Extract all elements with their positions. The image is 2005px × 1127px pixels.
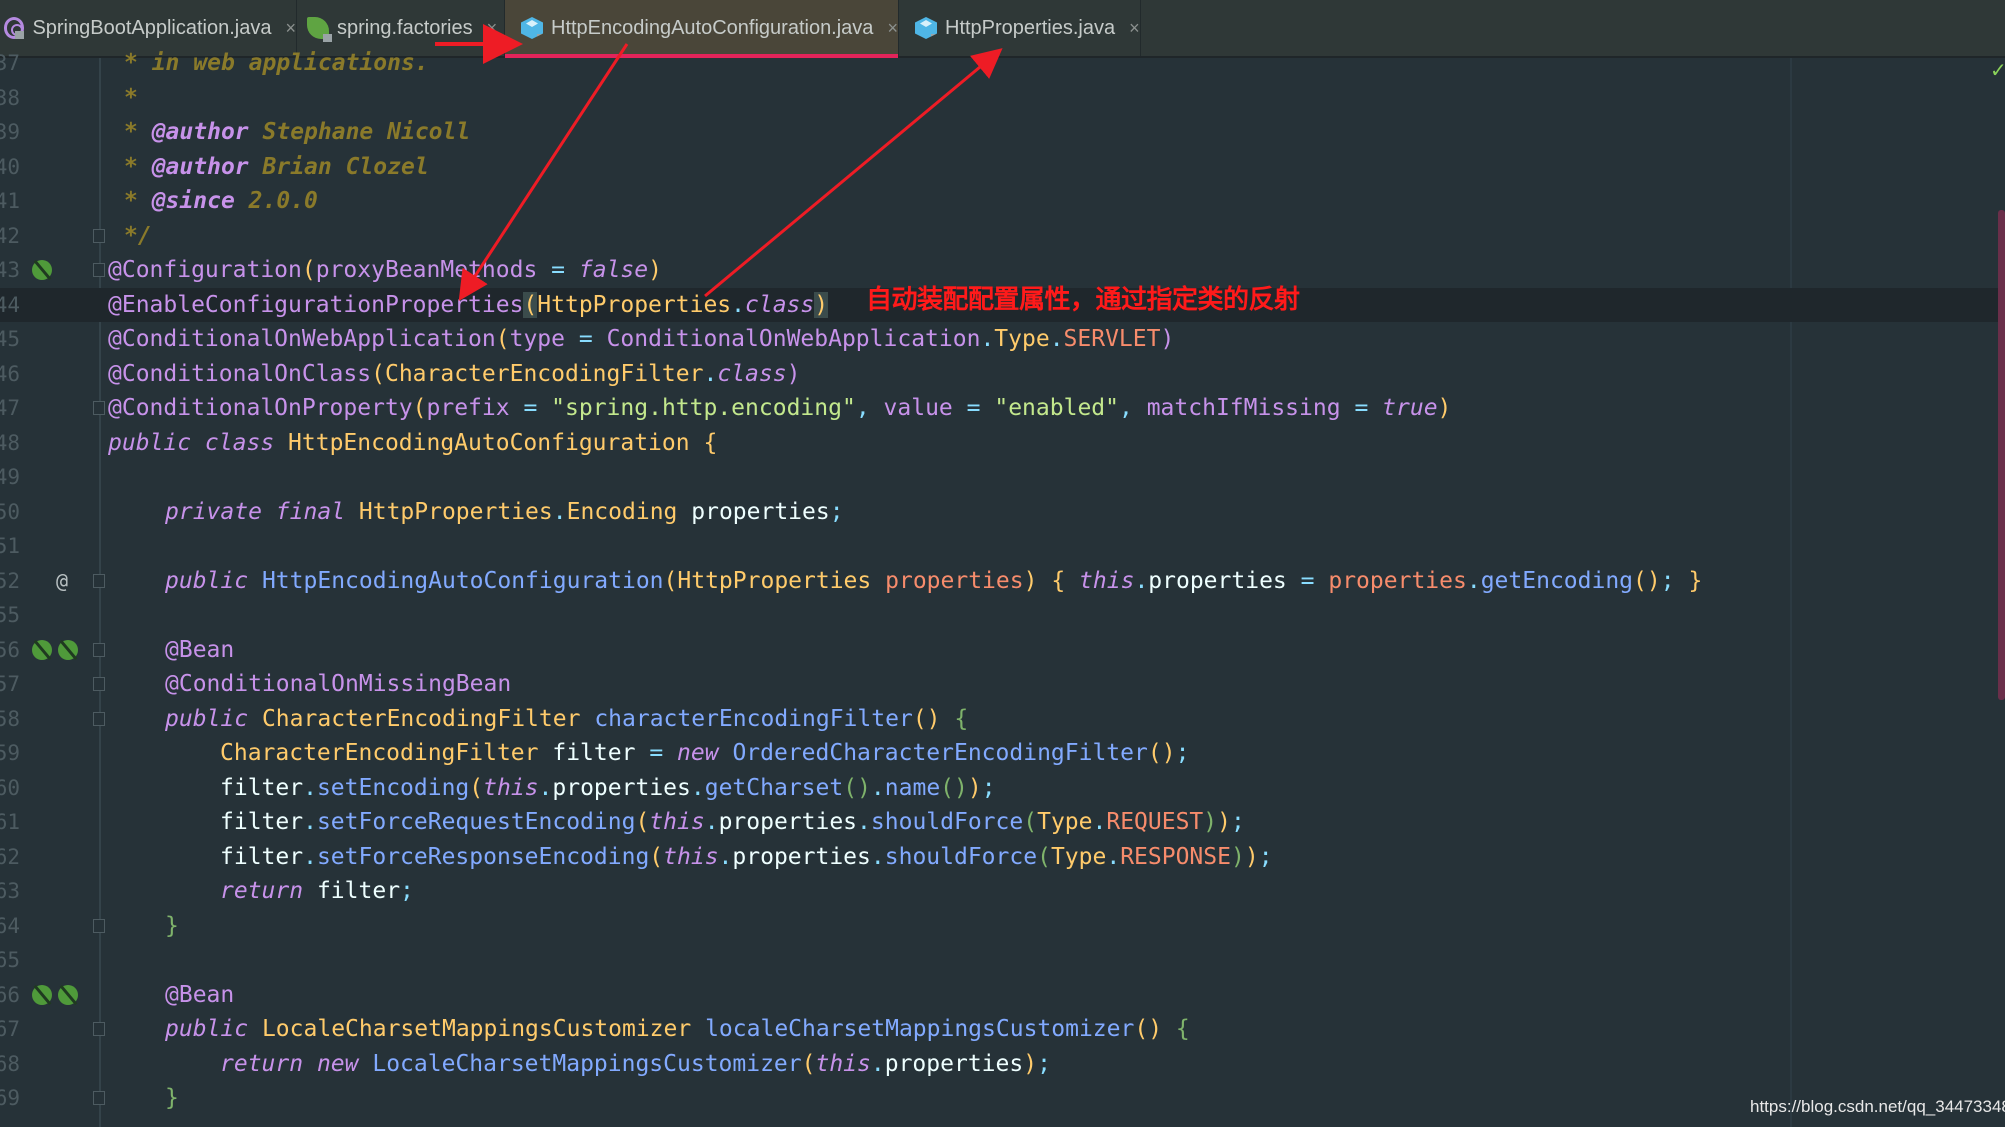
annotation-note: 自动装配配置属性，通过指定类的反射 (866, 285, 1300, 315)
code-line: 67 public LocaleCharsetMappingsCustomizer… (0, 1012, 2005, 1046)
fold-marker[interactable] (93, 712, 105, 726)
override-at-icon[interactable]: @ (56, 564, 68, 598)
code-line: 39 * @author Stephane Nicoll (0, 115, 2005, 149)
line-number: 59 (0, 741, 20, 765)
line-number: 67 (0, 1017, 20, 1041)
fold-marker[interactable] (93, 643, 105, 657)
fold-expand-marker[interactable] (93, 574, 105, 588)
fold-marker[interactable] (93, 1022, 105, 1036)
line-number: 40 (0, 155, 20, 179)
line-number: 37 (0, 51, 20, 75)
line-number: 38 (0, 86, 20, 110)
line-number: 64 (0, 914, 20, 938)
lock-icon (15, 31, 25, 39)
line-number: 55 (0, 603, 20, 627)
code-line: 63 return filter; (0, 874, 2005, 908)
code-line: 65 (0, 943, 2005, 977)
line-number: 48 (0, 431, 20, 455)
close-tab-icon[interactable]: × (887, 18, 898, 39)
line-number: 46 (0, 362, 20, 386)
code-line: 61 filter.setForceRequestEncoding(this.pr… (0, 805, 2005, 839)
line-number: 58 (0, 707, 20, 731)
code-line: 62 filter.setForceResponseEncoding(this.p… (0, 840, 2005, 874)
code-line: 64} (0, 909, 2005, 943)
code-line: 57 @ConditionalOnMissingBean (0, 667, 2005, 701)
code-line: 68 return new LocaleCharsetMappingsCustom… (0, 1047, 2005, 1081)
spring-bean-gutter-icon[interactable] (32, 260, 52, 280)
line-number: 42 (0, 224, 20, 248)
code-line: 58 public CharacterEncodingFilter charact… (0, 702, 2005, 736)
java-class-icon (521, 17, 543, 39)
code-line: 37 * in web applications. (0, 46, 2005, 80)
close-tab-icon[interactable]: × (487, 18, 498, 39)
spring-boot-annotation-icon (4, 17, 25, 39)
spring-bean-gutter-icon[interactable] (58, 985, 78, 1005)
code-line: 50 private final HttpProperties.Encoding … (0, 495, 2005, 529)
line-number: 50 (0, 500, 20, 524)
code-line: 59 CharacterEncodingFilter filter = new O… (0, 736, 2005, 770)
line-number: 52 (0, 569, 20, 593)
line-number: 45 (0, 327, 20, 351)
tab-label: SpringBootApplication.java (32, 16, 272, 39)
line-number: 66 (0, 983, 20, 1007)
vertical-scrollbar-thumb[interactable] (1998, 210, 2005, 700)
fold-marker[interactable] (93, 401, 105, 415)
code-line: 55 (0, 598, 2005, 632)
line-number: 47 (0, 396, 20, 420)
line-number: 56 (0, 638, 20, 662)
fold-marker[interactable] (93, 229, 105, 243)
line-number: 39 (0, 120, 20, 144)
code-line: 69} (0, 1081, 2005, 1115)
line-number: 65 (0, 948, 20, 972)
inspection-ok-icon[interactable]: ✓ (1990, 58, 2005, 82)
bean-navigate-gutter-icon[interactable] (32, 985, 52, 1005)
line-number: 43 (0, 258, 20, 282)
code-line: 49 (0, 460, 2005, 494)
fold-marker[interactable] (93, 263, 105, 277)
line-number: 69 (0, 1086, 20, 1110)
line-number: 63 (0, 879, 20, 903)
close-tab-icon[interactable]: × (1129, 18, 1140, 39)
line-number: 61 (0, 810, 20, 834)
code-line: 48 public class HttpEncodingAutoConfigura… (0, 426, 2005, 460)
code-line: 56 @Bean (0, 633, 2005, 667)
line-number: 60 (0, 776, 20, 800)
code-line: 47 @ConditionalOnProperty(prefix = "sprin… (0, 391, 2005, 425)
tab-label: HttpProperties.java (945, 16, 1116, 39)
lock-icon (537, 34, 543, 39)
code-line: 40 * @author Brian Clozel (0, 150, 2005, 184)
watermark: https://blog.csdn.net/qq_34473348 (1750, 1097, 2005, 1116)
code-line: 66 @Bean (0, 978, 2005, 1012)
java-class-icon (915, 17, 937, 39)
line-number: 62 (0, 845, 20, 869)
line-number: 51 (0, 534, 20, 558)
code-line: 41 * @since 2.0.0 (0, 184, 2005, 218)
close-tab-icon[interactable]: × (285, 18, 296, 39)
fold-marker[interactable] (93, 677, 105, 691)
line-number: 57 (0, 672, 20, 696)
lock-icon (323, 34, 332, 42)
code-line: 38 * (0, 81, 2005, 115)
bean-navigate-gutter-icon[interactable] (32, 640, 52, 660)
spring-bean-gutter-icon[interactable] (58, 640, 78, 660)
spring-leaf-icon (307, 17, 332, 42)
lock-icon (931, 34, 937, 39)
code-line: 52 @ public HttpEncodingAutoConfiguration(… (0, 564, 2005, 598)
line-number: 44 (0, 293, 20, 317)
code-line: 45 @ConditionalOnWebApplication(type = Co… (0, 322, 2005, 356)
tab-label: HttpEncodingAutoConfiguration.java (551, 16, 874, 39)
code-line: 42 */ (0, 219, 2005, 253)
line-number: 68 (0, 1052, 20, 1076)
line-number: 41 (0, 189, 20, 213)
code-line: 46 @ConditionalOnClass(CharacterEncodingF… (0, 357, 2005, 391)
fold-marker[interactable] (93, 1091, 105, 1105)
code-line: 60 filter.setEncoding(this.properties.get… (0, 771, 2005, 805)
tab-label: spring.factories (337, 16, 473, 39)
fold-marker[interactable] (93, 919, 105, 933)
line-number: 49 (0, 465, 20, 489)
code-line: 51 (0, 529, 2005, 563)
